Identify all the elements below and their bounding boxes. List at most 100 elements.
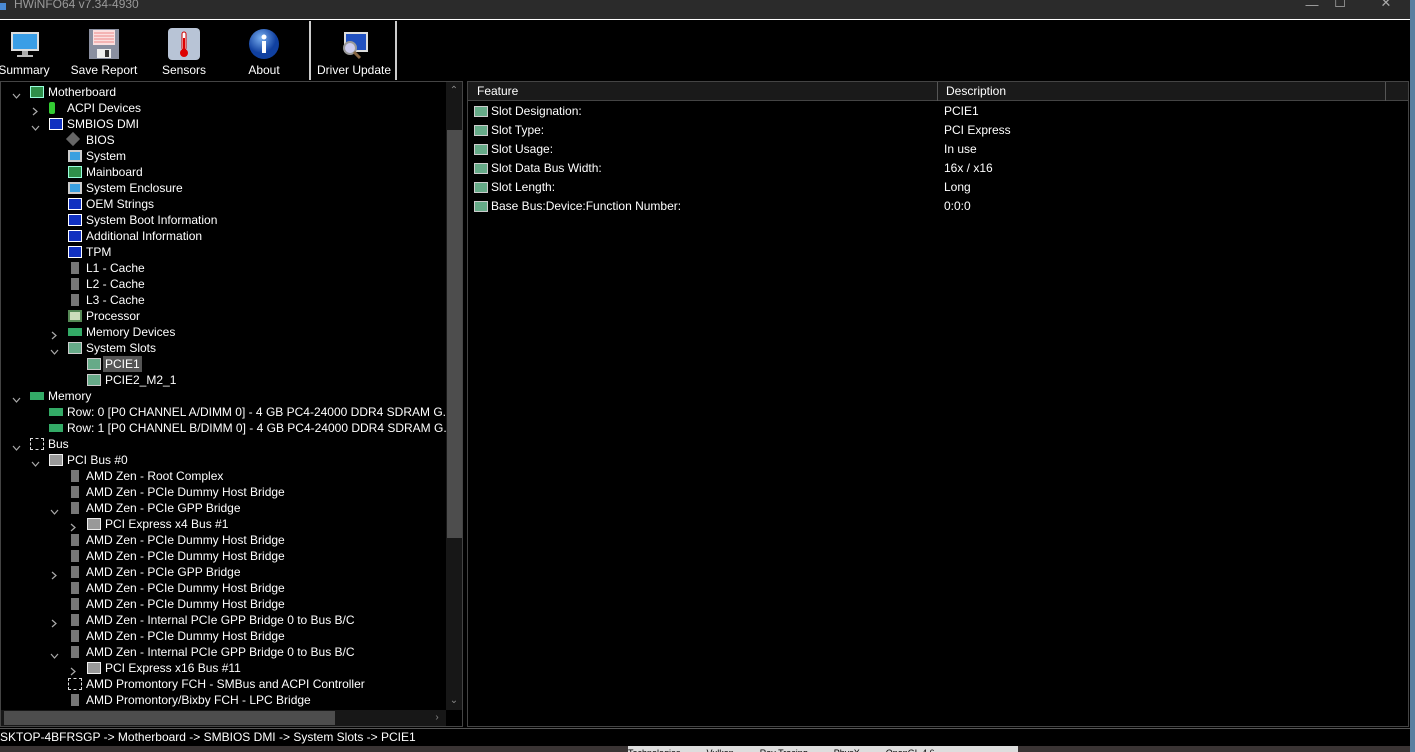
tree-item[interactable]: System Enclosure	[1, 180, 446, 196]
chevron-down-icon[interactable]	[12, 440, 21, 451]
tree-item-label: System	[86, 149, 127, 163]
tree-item-label: SMBIOS DMI	[67, 117, 140, 131]
tree-item[interactable]: Mainboard	[1, 164, 446, 180]
tree-item[interactable]: AMD Promontory/Bixby FCH - LPC Bridge	[1, 692, 446, 708]
tree-item[interactable]: BIOS	[1, 131, 446, 148]
chevron-right-icon[interactable]	[50, 616, 58, 628]
tree-item[interactable]: AMD Zen - PCIe Dummy Host Bridge	[1, 532, 446, 548]
tree-item[interactable]: L1 - Cache	[1, 260, 446, 276]
chevron-down-icon[interactable]	[50, 344, 59, 355]
chevron-down-icon[interactable]	[12, 88, 21, 99]
about-button[interactable]: About	[234, 21, 294, 80]
details-panel: Feature Description Slot Designation: PCI…	[467, 81, 1409, 727]
tree-item[interactable]: Bus	[1, 436, 446, 452]
tree-item[interactable]: SMBIOS DMI	[1, 116, 446, 132]
details-row[interactable]: Slot Designation: PCIE1	[468, 102, 1408, 121]
tree-item[interactable]: Motherboard	[1, 84, 446, 100]
scroll-up-arrow-icon[interactable]: ⌃	[446, 83, 462, 99]
chip-icon	[71, 278, 79, 290]
tree-item[interactable]: Row: 0 [P0 CHANNEL A/DIMM 0] - 4 GB PC4-…	[1, 404, 446, 420]
device-tree[interactable]: Motherboard ACPI Devices SMBIOS DMI BIOS Sys…	[1, 82, 446, 710]
chip-icon	[71, 534, 79, 546]
tree-item[interactable]: AMD Zen - Internal PCIe GPP Bridge 0 to …	[1, 644, 446, 660]
horizontal-scroll-thumb[interactable]	[4, 711, 335, 725]
chevron-down-icon[interactable]	[50, 504, 59, 515]
toolbar-separator	[395, 21, 397, 80]
driver-update-button[interactable]: Driver Update	[314, 21, 394, 80]
monitor-icon	[68, 150, 82, 162]
scroll-right-arrow-icon[interactable]: ›	[429, 710, 445, 726]
chevron-right-icon[interactable]	[50, 328, 58, 340]
pci-bus-icon	[87, 662, 101, 674]
column-header-feature[interactable]: Feature	[477, 84, 518, 98]
tree-item[interactable]: PCIE2_M2_1	[1, 372, 446, 388]
chip-icon	[71, 502, 79, 514]
background-tab-label: OpenGL 4.6	[886, 748, 935, 752]
details-row[interactable]: Slot Type: PCI Express	[468, 121, 1408, 140]
chip-icon	[71, 550, 79, 562]
chevron-right-icon[interactable]	[69, 520, 77, 532]
tree-item[interactable]: PCI Express x16 Bus #11	[1, 660, 446, 676]
tree-item[interactable]: AMD Zen - PCIe Dummy Host Bridge	[1, 484, 446, 500]
tree-item[interactable]: PCI Express x4 Bus #1	[1, 516, 446, 532]
save-report-button[interactable]: Save Report	[68, 21, 140, 80]
tree-item[interactable]: AMD Zen - Root Complex	[1, 468, 446, 484]
details-row[interactable]: Slot Data Bus Width: 16x / x16	[468, 159, 1408, 178]
tree-item-label: AMD Zen - Internal PCIe GPP Bridge 0 to …	[86, 645, 355, 659]
chevron-right-icon[interactable]	[31, 104, 39, 116]
chip-icon	[71, 294, 79, 306]
chevron-right-icon[interactable]	[69, 664, 77, 676]
maximize-button[interactable]: ☐	[1320, 0, 1360, 12]
vertical-scroll-thumb[interactable]	[447, 130, 462, 538]
tree-item[interactable]: Row: 1 [P0 CHANNEL B/DIMM 0] - 4 GB PC4-…	[1, 420, 446, 436]
tree-item[interactable]: PCI Bus #0	[1, 452, 446, 468]
tree-item[interactable]: L3 - Cache	[1, 292, 446, 308]
tree-item[interactable]: PCIE1	[1, 356, 446, 372]
sensors-button[interactable]: Sensors	[154, 21, 214, 80]
tree-item[interactable]: AMD Zen - PCIe Dummy Host Bridge	[1, 548, 446, 564]
tree-item[interactable]: L2 - Cache	[1, 276, 446, 292]
motherboard-icon	[30, 86, 44, 98]
feature-cell: Slot Data Bus Width:	[491, 161, 602, 175]
column-divider[interactable]	[1385, 82, 1386, 101]
chevron-right-icon[interactable]	[50, 568, 58, 580]
tree-item[interactable]: AMD Zen - Internal PCIe GPP Bridge 0 to …	[1, 612, 446, 628]
chevron-down-icon[interactable]	[31, 120, 40, 131]
tree-item[interactable]: Memory	[1, 388, 446, 404]
tree-item-label: L2 - Cache	[86, 277, 145, 291]
tree-item[interactable]: AMD Zen - PCIe Dummy Host Bridge	[1, 596, 446, 612]
summary-button[interactable]: Summary	[0, 21, 50, 80]
column-divider[interactable]	[937, 82, 938, 101]
tree-item[interactable]: OEM Strings	[1, 196, 446, 212]
details-row[interactable]: Slot Usage: In use	[468, 140, 1408, 159]
chevron-down-icon[interactable]	[31, 456, 40, 467]
tree-item-label: OEM Strings	[86, 197, 155, 211]
chevron-down-icon[interactable]	[50, 648, 59, 659]
tree-item[interactable]: ACPI Devices	[1, 100, 446, 116]
tree-item[interactable]: System	[1, 148, 446, 164]
tree-item[interactable]: AMD Zen - PCIe Dummy Host Bridge	[1, 580, 446, 596]
tree-item[interactable]: System Boot Information	[1, 212, 446, 228]
close-button[interactable]: ✕	[1366, 0, 1406, 12]
details-row[interactable]: Slot Length: Long	[468, 178, 1408, 197]
tree-item[interactable]: AMD Zen - PCIe Dummy Host Bridge	[1, 628, 446, 644]
scroll-down-arrow-icon[interactable]: ⌄	[446, 693, 462, 709]
tree-item-label: AMD Zen - PCIe Dummy Host Bridge	[86, 581, 285, 595]
tree-item[interactable]: System Slots	[1, 340, 446, 356]
tree-item[interactable]: AMD Promontory FCH - SMBus and ACPI Cont…	[1, 676, 446, 692]
tree-item[interactable]: AMD Zen - PCIe GPP Bridge	[1, 564, 446, 580]
column-header-description[interactable]: Description	[946, 84, 1006, 98]
tree-item[interactable]: Memory Devices	[1, 324, 446, 340]
chevron-down-icon[interactable]	[12, 392, 21, 403]
tree-item[interactable]: Processor	[1, 308, 446, 324]
details-row[interactable]: Base Bus:Device:Function Number: 0:0:0	[468, 197, 1408, 216]
chip-icon	[71, 262, 79, 274]
tree-item[interactable]: AMD Zen - PCIe GPP Bridge	[1, 500, 446, 516]
feature-cell: Slot Designation:	[491, 104, 582, 118]
bios-chip-icon	[65, 131, 81, 147]
tree-item[interactable]: Additional Information	[1, 228, 446, 244]
tree-item-label: PCI Express x16 Bus #11	[105, 661, 241, 675]
tree-item[interactable]: TPM	[1, 244, 446, 260]
toolbar-separator	[309, 21, 311, 80]
chip-icon	[71, 486, 79, 498]
